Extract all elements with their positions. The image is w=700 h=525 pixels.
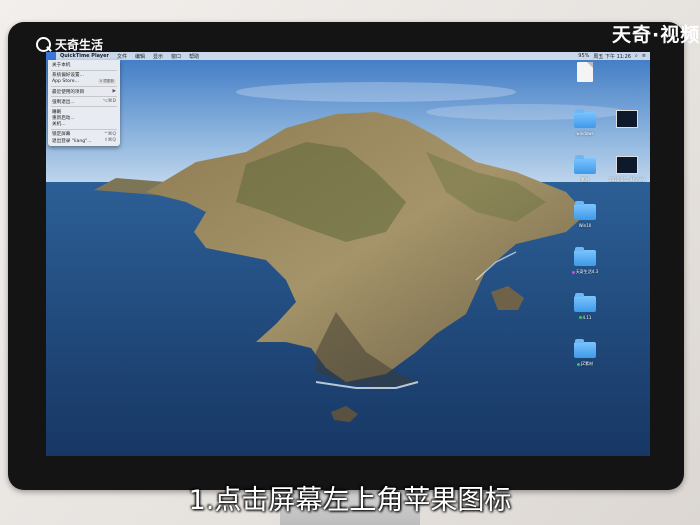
desktop-icon-text: 天奇生活4.3 — [575, 269, 599, 274]
folder-icon[interactable]: 4.11 — [570, 293, 600, 320]
update-badge: 0 项更新 — [97, 79, 116, 85]
apple-menu: 关于本机系统偏好设置... App Store... 0 项更新最近使用的项目 ▶ 强制… — [48, 60, 120, 146]
desktop-icon-label: 2022-05...44.mov — [609, 177, 645, 182]
folder-glyph — [574, 293, 596, 312]
desktop-icon-text: 素材 — [581, 177, 589, 182]
desktop-icon-text: 2022-05...44.mov — [609, 177, 645, 182]
brand-watermark: 天奇生活 — [36, 36, 103, 53]
folder-glyph — [574, 109, 596, 128]
menu-item-label: 重新启动... — [52, 115, 75, 121]
apple-menu-item[interactable]: 退出登录 "liang"... ⇧⌘Q — [48, 137, 120, 144]
thumb-glyph — [616, 156, 638, 174]
menu-item-label: 退出登录 "liang"... — [52, 138, 92, 144]
menu-window[interactable]: 窗口 — [167, 53, 185, 60]
folder-icon[interactable]: JZ素材 — [570, 339, 600, 367]
folder-icon[interactable]: Win10 — [570, 201, 600, 228]
menu-item-shortcut: ⌥⌘D — [102, 99, 116, 105]
thumb-glyph — [616, 110, 638, 128]
menu-separator — [51, 106, 117, 108]
folder-icon[interactable]: 天奇生活4.3 — [570, 247, 600, 275]
menu-item-label: 最近使用的项目 — [52, 89, 85, 95]
apple-menu-item[interactable]: App Store... 0 项更新 — [48, 78, 120, 85]
status-area: 95% 周五 下午 11:26 ⌕ ≡ — [578, 53, 650, 60]
menu-item-label: 睡眠 — [52, 109, 62, 115]
folder-icon[interactable]: 素材 — [570, 155, 600, 183]
desktop-icon-label: 素材 — [581, 177, 589, 183]
menu-separator — [51, 86, 117, 88]
menu-item-label: 关机... — [52, 122, 66, 128]
menu-item-shortcut: ▶ — [112, 89, 116, 95]
menu-item-label: 关于本机 — [52, 63, 71, 69]
color-tag-icon — [577, 362, 581, 366]
menu-edit[interactable]: 编辑 — [131, 53, 149, 60]
menu-bar: QuickTime Player 文件 编辑 显示 窗口 帮助 95% 周五 下… — [46, 52, 650, 60]
menu-separator — [51, 69, 117, 71]
document-icon[interactable] — [570, 62, 600, 85]
desktop-icon-text: JZ素材 — [581, 361, 593, 366]
brand-name: 天奇生活 — [55, 38, 104, 52]
desktop-icon-label: windows — [576, 131, 593, 136]
menu-separator — [51, 96, 117, 98]
wallpaper — [46, 52, 650, 456]
desktop-icon-text: 4.11 — [582, 315, 592, 320]
control-center-icon[interactable]: ≡ — [642, 53, 646, 59]
folder-glyph — [574, 201, 596, 220]
menu-separator — [51, 128, 117, 130]
menu-help[interactable]: 帮助 — [185, 53, 203, 60]
desktop-icon-label: 4.11 — [578, 315, 592, 320]
color-tag-icon — [571, 270, 575, 274]
desktop-screen: QuickTime Player 文件 编辑 显示 窗口 帮助 95% 周五 下… — [46, 52, 650, 456]
brand-logo-icon — [36, 37, 51, 52]
desktop-icon-label: Win10 — [579, 223, 592, 228]
apple-menu-item[interactable]: 关机... — [48, 121, 120, 127]
folder-glyph — [574, 339, 596, 358]
menu-app-name[interactable]: QuickTime Player — [56, 53, 113, 59]
subtitle-caption: 1.点击屏幕左上角苹果图标 — [188, 485, 512, 516]
folder-icon[interactable]: windows — [570, 109, 600, 136]
folder-glyph — [574, 247, 596, 266]
desktop-icon-text: windows — [576, 131, 594, 136]
color-tag-icon — [578, 316, 582, 319]
apple-logo-icon[interactable] — [46, 52, 56, 60]
folder-glyph — [574, 155, 596, 174]
apple-menu-item[interactable]: 最近使用的项目 ▶ — [48, 88, 120, 95]
menu-item-label: 锁定屏幕 — [52, 132, 71, 138]
menu-view[interactable]: 显示 — [149, 53, 167, 60]
doc-glyph — [577, 62, 593, 82]
desktop-icon-label: JZ素材 — [577, 361, 593, 367]
clock[interactable]: 周五 下午 11:26 — [593, 53, 631, 60]
apple-menu-item[interactable]: 关于本机 — [48, 62, 120, 68]
menu-item-shortcut: ⇧⌘Q — [103, 138, 116, 144]
video-thumbnail-icon[interactable]: 2022-05...44.mov — [609, 156, 645, 182]
menu-item-label: 强制退出... — [52, 99, 75, 105]
desktop-icon-label: 天奇生活4.3 — [571, 269, 599, 275]
menu-file[interactable]: 文件 — [113, 53, 131, 60]
menu-item-label: 系统偏好设置... — [52, 73, 84, 79]
corner-brand: 天奇·视频 — [612, 24, 700, 46]
menu-item-label: App Store... — [52, 79, 79, 85]
search-icon[interactable]: ⌕ — [635, 53, 638, 59]
video-thumbnail-icon[interactable] — [612, 110, 642, 131]
desktop-icon-text: Win10 — [578, 223, 592, 228]
battery-percent[interactable]: 95% — [578, 53, 589, 59]
menu-item-shortcut: ^⌘Q — [103, 131, 116, 137]
apple-menu-item[interactable]: 强制退出... ⌥⌘D — [48, 98, 120, 105]
